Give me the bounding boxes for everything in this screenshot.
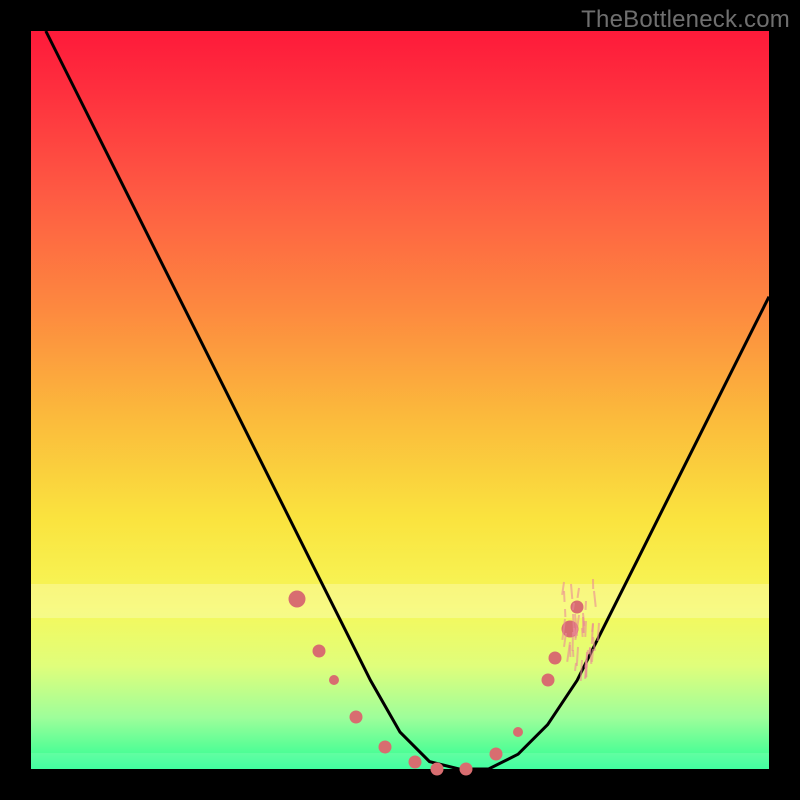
marker-point bbox=[489, 748, 502, 761]
marker-point bbox=[541, 674, 554, 687]
fuzz-stroke bbox=[564, 609, 566, 617]
marker-point bbox=[548, 652, 561, 665]
watermark-text: TheBottleneck.com bbox=[581, 6, 790, 34]
marker-point bbox=[288, 591, 305, 608]
marker-point bbox=[408, 755, 421, 768]
chart-frame: TheBottleneck.com bbox=[0, 0, 800, 800]
marker-point bbox=[430, 763, 443, 776]
marker-point bbox=[379, 740, 392, 753]
marker-point bbox=[329, 675, 339, 685]
marker-point bbox=[349, 711, 362, 724]
marker-point bbox=[312, 644, 325, 657]
marker-point bbox=[460, 763, 473, 776]
fuzz-stroke bbox=[581, 627, 584, 636]
fuzz-stroke bbox=[592, 579, 594, 589]
bottleneck-curve bbox=[46, 31, 769, 769]
marker-point bbox=[513, 727, 523, 737]
plot-area bbox=[31, 31, 769, 769]
curve-svg bbox=[31, 31, 769, 769]
